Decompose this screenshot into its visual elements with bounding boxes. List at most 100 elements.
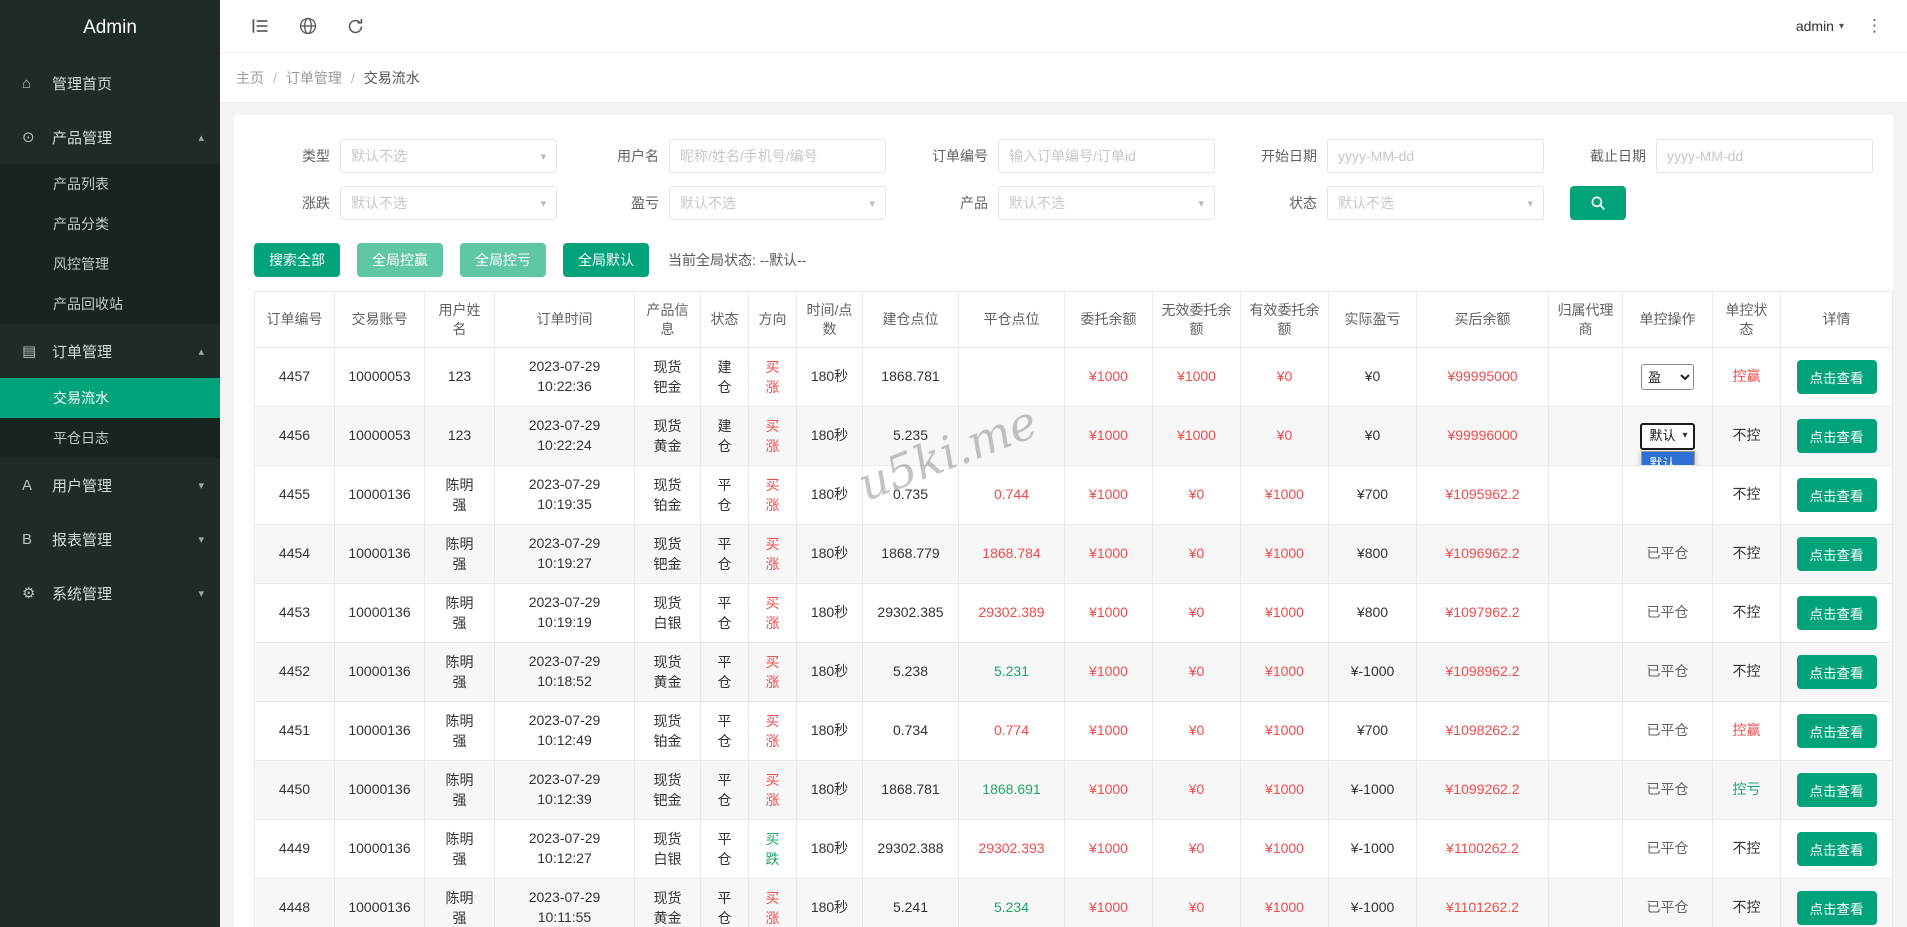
global-lose-button[interactable]: 全局控亏 xyxy=(460,243,546,277)
sidebar-subitem-product-list[interactable]: 产品列表 xyxy=(0,164,220,204)
view-detail-button[interactable]: 点击查看 xyxy=(1796,891,1877,925)
sidebar-item-reports[interactable]: B 报表管理 ▾ xyxy=(0,512,220,566)
control-state-cell: 不控 xyxy=(1712,642,1781,702)
control-select[interactable]: 默认盈亏 xyxy=(1641,364,1694,390)
product-info-cell: 现货钯金 xyxy=(634,524,701,584)
sidebar-item-home[interactable]: ⌂ 管理首页 xyxy=(0,56,220,110)
actual-profit-cell: ¥-1000 xyxy=(1328,878,1417,927)
chevron-down-icon: ▾ xyxy=(869,197,875,210)
username-input[interactable] xyxy=(669,139,886,173)
sidebar-item-orders[interactable]: ▤ 订单管理 ▴ xyxy=(0,324,220,378)
open-point-cell: 29302.385 xyxy=(862,583,959,643)
sidebar-subitem-product-recycle[interactable]: 产品回收站 xyxy=(0,284,220,324)
profitloss-select[interactable]: 默认不选 ▾ xyxy=(669,186,886,220)
after-balance-cell: ¥1100262.2 xyxy=(1416,819,1549,879)
open-point-cell: 1868.781 xyxy=(862,347,959,407)
duration-cell: 180秒 xyxy=(796,583,863,643)
view-detail-button[interactable]: 点击查看 xyxy=(1796,478,1877,512)
agent-cell xyxy=(1548,642,1623,702)
sidebar-subitem-product-category[interactable]: 产品分类 xyxy=(0,204,220,244)
user-menu[interactable]: admin ▾ xyxy=(1796,18,1844,34)
breadcrumb-item[interactable]: 主页 xyxy=(236,68,264,88)
close-point-cell: 0.774 xyxy=(958,701,1065,761)
sidebar-item-users[interactable]: A 用户管理 ▾ xyxy=(0,458,220,512)
open-point-cell: 5.238 xyxy=(862,642,959,702)
sidebar-item-system[interactable]: ⚙ 系统管理 ▾ xyxy=(0,566,220,620)
filter-field: 涨跌 默认不选 ▾ xyxy=(254,186,557,220)
control-op-cell: 默认盈亏 xyxy=(1622,347,1713,407)
detail-cell: 点击查看 xyxy=(1780,819,1893,879)
view-detail-button[interactable]: 点击查看 xyxy=(1796,537,1877,571)
view-detail-button[interactable]: 点击查看 xyxy=(1796,419,1877,453)
view-detail-button[interactable]: 点击查看 xyxy=(1796,360,1877,394)
agent-cell xyxy=(1548,347,1623,407)
status-select[interactable]: 默认不选 ▾ xyxy=(1327,186,1544,220)
product-info-cell: 现货黄金 xyxy=(634,406,701,466)
account-cell: 10000136 xyxy=(334,583,425,643)
search-icon xyxy=(1591,196,1605,210)
user-name-cell: 陈明强 xyxy=(424,524,495,584)
view-detail-button[interactable]: 点击查看 xyxy=(1796,832,1877,866)
actual-profit-cell: ¥0 xyxy=(1328,347,1417,407)
close-point-cell: 1868.784 xyxy=(958,524,1065,584)
product-select[interactable]: 默认不选 ▾ xyxy=(998,186,1215,220)
valid-entrust-cell: ¥0 xyxy=(1240,406,1329,466)
sidebar-subitem-trade-flow[interactable]: 交易流水 xyxy=(0,378,220,418)
view-detail-button[interactable]: 点击查看 xyxy=(1796,773,1877,807)
after-balance-cell: ¥1101262.2 xyxy=(1416,878,1549,927)
account-cell: 10000136 xyxy=(334,878,425,927)
order-no-input[interactable] xyxy=(998,139,1215,173)
filter-field: 开始日期 xyxy=(1241,139,1544,173)
view-detail-button[interactable]: 点击查看 xyxy=(1796,714,1877,748)
select-placeholder: 默认不选 xyxy=(1009,195,1065,211)
close-point-cell: 29302.389 xyxy=(958,583,1065,643)
chevron-up-icon: ▴ xyxy=(198,345,204,358)
column-header: 单控状态 xyxy=(1712,291,1781,348)
start-date-input[interactable] xyxy=(1327,139,1544,173)
account-cell: 10000053 xyxy=(334,406,425,466)
order-time-cell: 2023-07-29 10:22:24 xyxy=(494,406,635,466)
user-name-cell: 123 xyxy=(424,406,495,466)
sidebar-item-label: 用户管理 xyxy=(52,477,113,495)
view-detail-button[interactable]: 点击查看 xyxy=(1796,596,1877,630)
sidebar-item-products[interactable]: ⊙ 产品管理 ▴ xyxy=(0,110,220,164)
detail-cell: 点击查看 xyxy=(1780,465,1893,525)
filter-label: 截止日期 xyxy=(1590,148,1646,164)
view-detail-button[interactable]: 点击查看 xyxy=(1796,655,1877,689)
end-date-input[interactable] xyxy=(1656,139,1873,173)
language-icon[interactable] xyxy=(298,16,318,36)
chevron-down-icon: ▾ xyxy=(198,587,204,600)
search-all-button[interactable]: 搜索全部 xyxy=(254,243,340,277)
control-op-text: 已平仓 xyxy=(1646,722,1689,739)
actual-profit-cell: ¥-1000 xyxy=(1328,760,1417,820)
sidebar-subitem-risk-control[interactable]: 风控管理 xyxy=(0,244,220,284)
table-row: 4451 10000136 陈明强 2023-07-29 10:12:49 现货铂金 平仓… xyxy=(254,701,1893,761)
valid-entrust-cell: ¥1000 xyxy=(1240,642,1329,702)
product-info-cell: 现货钯金 xyxy=(634,347,701,407)
column-header: 订单时间 xyxy=(494,291,635,348)
global-win-button[interactable]: 全局控赢 xyxy=(357,243,443,277)
updown-select[interactable]: 默认不选 ▾ xyxy=(340,186,557,220)
filter-label: 涨跌 xyxy=(302,195,330,211)
control-state-cell: 不控 xyxy=(1712,406,1781,466)
order-state-cell: 建仓 xyxy=(700,347,749,407)
sidebar-subitem-close-log[interactable]: 平仓日志 xyxy=(0,418,220,458)
type-select[interactable]: 默认不选 ▾ xyxy=(340,139,557,173)
search-button[interactable] xyxy=(1570,186,1626,220)
refresh-icon[interactable] xyxy=(346,17,365,36)
order-time-cell: 2023-07-29 10:11:55 xyxy=(494,878,635,927)
breadcrumb-item[interactable]: 订单管理 xyxy=(286,68,342,88)
global-default-button[interactable]: 全局默认 xyxy=(563,243,649,277)
filter-label: 状态 xyxy=(1289,195,1317,211)
after-balance-cell: ¥1099262.2 xyxy=(1416,760,1549,820)
collapse-sidebar-icon[interactable] xyxy=(250,16,270,36)
agent-cell xyxy=(1548,878,1623,927)
control-option[interactable]: 默认 xyxy=(1641,452,1694,465)
more-menu-icon[interactable]: ⋮ xyxy=(1858,16,1891,36)
invalid-entrust-cell: ¥0 xyxy=(1152,760,1241,820)
sidebar-menu: ⌂ 管理首页 ⊙ 产品管理 ▴ 产品列表 产品分类 风控管理 产品回收站 ▤ 订单管理 ▴ 交易流水 平仓… xyxy=(0,56,220,620)
order-time-cell: 2023-07-29 10:19:27 xyxy=(494,524,635,584)
direction-cell: 买跌 xyxy=(748,819,797,879)
detail-cell: 点击查看 xyxy=(1780,701,1893,761)
control-select[interactable]: 默认 ▾ xyxy=(1640,422,1695,450)
